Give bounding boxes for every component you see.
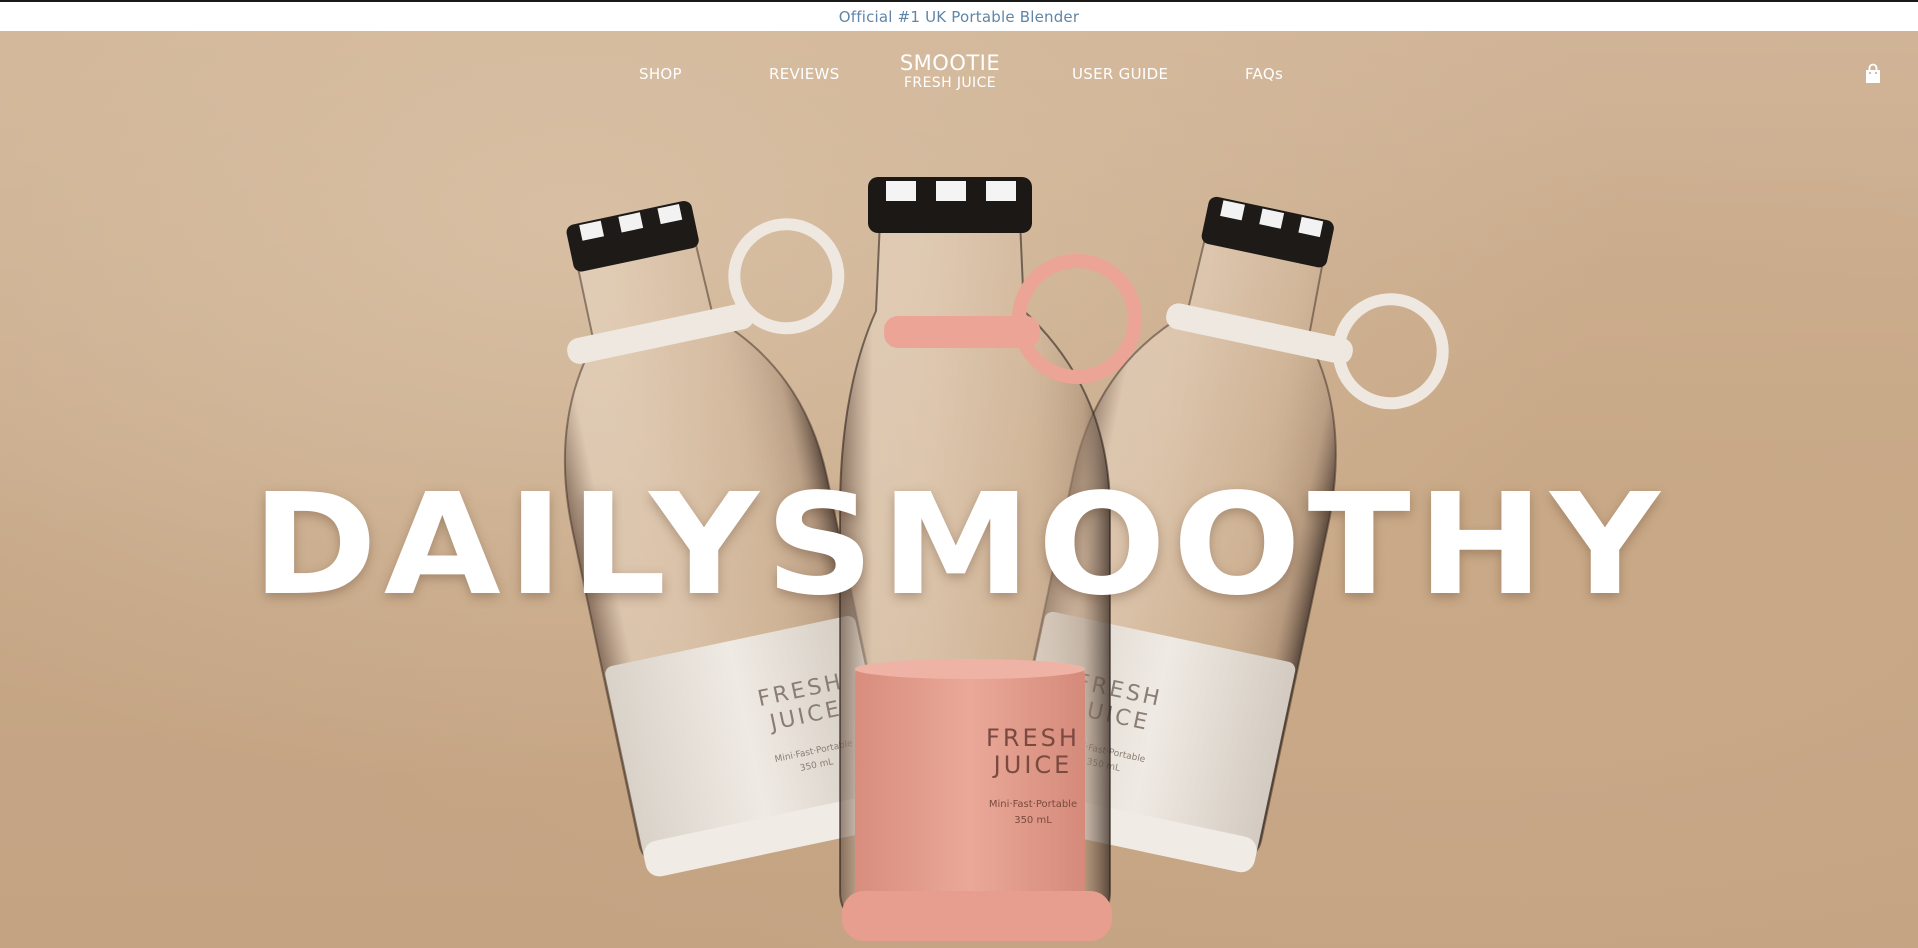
- hero-section: FRESH JUICE Mini·Fast·Portable 350 mL FR…: [0, 31, 1918, 948]
- announcement-bar: Official #1 UK Portable Blender: [0, 2, 1918, 31]
- svg-text:FRESH: FRESH: [986, 724, 1080, 752]
- announcement-text: Official #1 UK Portable Blender: [838, 7, 1080, 26]
- nav-item-user-guide[interactable]: USER GUIDE: [1072, 65, 1168, 83]
- logo-title: SMOOTIE: [899, 51, 1001, 75]
- svg-text:JUICE: JUICE: [992, 751, 1073, 779]
- svg-text:Mini·Fast·Portable: Mini·Fast·Portable: [989, 799, 1077, 810]
- svg-text:350 mL: 350 mL: [1014, 815, 1052, 826]
- hero-headline: DAILYSMOOTHY: [251, 464, 1667, 627]
- site-logo[interactable]: SMOOTIE FRESH JUICE: [890, 51, 1010, 91]
- logo-subtitle: FRESH JUICE: [903, 75, 997, 91]
- nav-item-reviews[interactable]: REVIEWS: [769, 65, 840, 83]
- nav-item-faqs[interactable]: FAQs: [1245, 65, 1283, 83]
- shopping-bag-icon[interactable]: [1863, 63, 1883, 85]
- nav-item-shop[interactable]: SHOP: [639, 65, 682, 83]
- main-nav: SHOP REVIEWS SMOOTIE FRESH JUICE USER GU…: [0, 31, 1918, 119]
